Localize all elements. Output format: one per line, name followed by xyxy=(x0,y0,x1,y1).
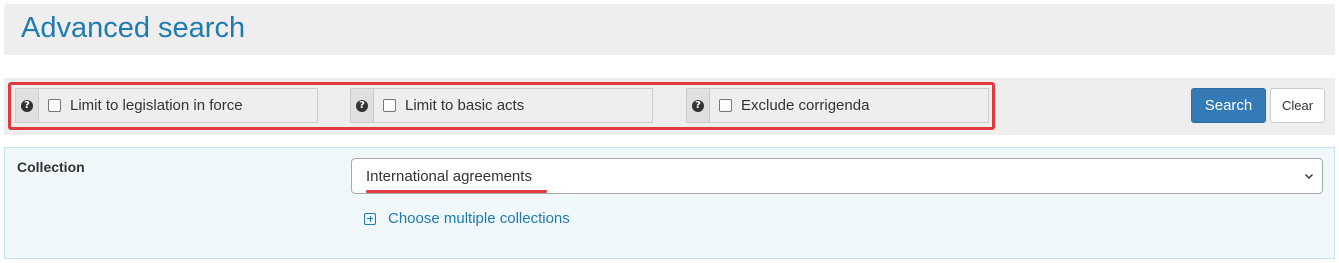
collection-panel: Collection International agreements Choo… xyxy=(4,147,1335,259)
option-label: Limit to legislation in force xyxy=(70,97,243,114)
choose-multiple-collections-link[interactable]: Choose multiple collections xyxy=(364,210,570,227)
option-exclude-corrigenda: ? Exclude corrigenda xyxy=(686,88,989,123)
plus-square-icon xyxy=(364,212,376,225)
page-title: Advanced search xyxy=(21,12,246,44)
question-circle-icon: ? xyxy=(21,99,33,112)
checkbox-row-basic-acts[interactable]: Limit to basic acts xyxy=(373,88,653,123)
option-label: Limit to basic acts xyxy=(405,97,525,114)
help-button-exclude-corrigenda[interactable]: ? xyxy=(686,88,709,123)
question-circle-icon: ? xyxy=(692,99,704,112)
chevron-down-icon xyxy=(1305,174,1313,179)
search-button[interactable]: Search xyxy=(1191,88,1266,123)
option-basic-acts: ? Limit to basic acts xyxy=(350,88,653,123)
search-options-bar: ? Limit to legislation in force ? Limit … xyxy=(4,78,1335,135)
checkbox-legislation-in-force[interactable] xyxy=(48,99,61,112)
collection-selected-text: International agreements xyxy=(366,167,532,185)
clear-button[interactable]: Clear xyxy=(1270,88,1325,123)
collection-label: Collection xyxy=(17,159,85,175)
checkbox-basic-acts[interactable] xyxy=(383,99,396,112)
page-header: Advanced search xyxy=(4,4,1335,55)
option-legislation-in-force: ? Limit to legislation in force xyxy=(15,88,318,123)
selected-value-underline xyxy=(366,189,547,193)
collection-select[interactable]: International agreements xyxy=(351,158,1323,194)
option-label: Exclude corrigenda xyxy=(741,97,870,114)
help-button-basic-acts[interactable]: ? xyxy=(350,88,373,123)
collection-selected-value: International agreements xyxy=(366,167,547,193)
choose-multiple-collections-label: Choose multiple collections xyxy=(388,210,570,227)
help-button-legislation-in-force[interactable]: ? xyxy=(15,88,38,123)
checkbox-row-exclude-corrigenda[interactable]: Exclude corrigenda xyxy=(709,88,989,123)
checkbox-exclude-corrigenda[interactable] xyxy=(719,99,732,112)
question-circle-icon: ? xyxy=(356,99,368,112)
checkbox-row-legislation-in-force[interactable]: Limit to legislation in force xyxy=(38,88,318,123)
